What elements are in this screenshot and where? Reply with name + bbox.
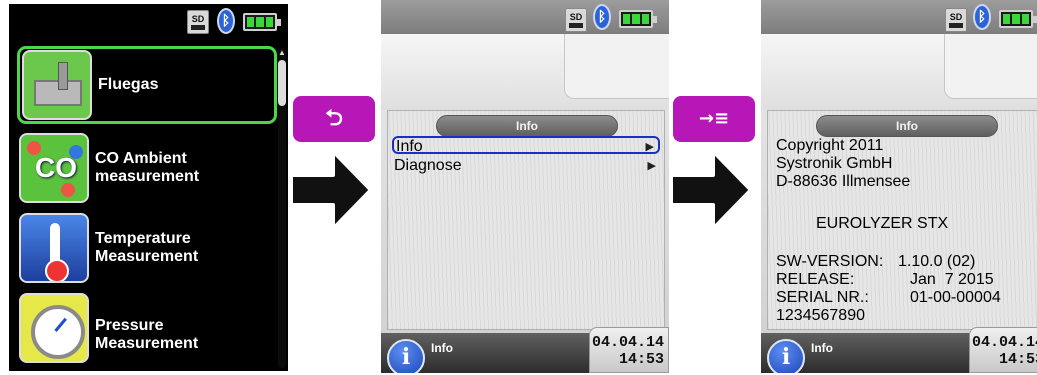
time-text: 14:53 (998, 351, 1037, 368)
menu-item-label: CO Ambient measurement (95, 150, 200, 185)
co-icon-text: CO (35, 152, 77, 183)
serial-value: 01-00-00004 (910, 289, 1001, 306)
bottom-bar: i Info 04.04.14 14:53 (761, 327, 1037, 373)
scroll-up-icon: ▲ (278, 48, 286, 57)
date-time-display: 04.04.14 14:53 (589, 327, 669, 373)
date-text: 04.04.14 (971, 334, 1037, 351)
company-text: Systronik GmbH (776, 155, 893, 172)
info-icon[interactable]: i (387, 339, 425, 373)
factory-chimney-icon (22, 50, 92, 120)
sd-card-icon: SD (187, 10, 209, 34)
scroll-thumb[interactable] (278, 60, 286, 106)
menu-item-label: Pressure Measurement (95, 317, 199, 352)
top-panel (381, 34, 669, 110)
date-time-display: 04.04.14 14:53 (969, 327, 1037, 373)
battery-icon (999, 10, 1037, 28)
right-arrow-icon (669, 149, 753, 231)
sw-version-value: 1.10.0 (02) (898, 253, 976, 270)
battery-icon (243, 13, 281, 31)
copyright-text: Copyright 2011 (776, 137, 884, 154)
forward-softkey[interactable]: →≡ (673, 96, 755, 142)
time-text: 14:53 (618, 351, 664, 368)
sd-card-icon: SD (565, 8, 587, 32)
pressure-gauge-icon (19, 293, 89, 363)
address-text: D-88636 Illmensee (776, 173, 911, 190)
info-menu-screen: SD ᛒ Info Info ▶ Diagnose ▶ i Info 04.04… (381, 0, 669, 373)
menu-item-temperature[interactable]: Temperature Measurement (17, 209, 277, 287)
panel-title: Info (816, 115, 998, 137)
menu-item-label: Temperature Measurement (95, 230, 199, 265)
status-bar: SD ᛒ (381, 0, 669, 34)
info-detail-screen: SD ᛒ Info Copyright 2011 Systronik GmbH … (761, 0, 1037, 373)
info-menu-panel: Info Info ▶ Diagnose ▶ (387, 110, 665, 330)
bottom-bar: i Info 04.04.14 14:53 (381, 327, 669, 373)
thermometer-icon (19, 213, 89, 283)
list-item-label: Diagnose (394, 157, 462, 174)
chevron-right-icon: ▶ (645, 141, 654, 153)
battery-icon (619, 10, 657, 28)
list-item-diagnose[interactable]: Diagnose ▶ (392, 157, 660, 175)
bluetooth-icon: ᛒ (593, 4, 611, 30)
info-detail-panel: Info Copyright 2011 Systronik GmbH D-886… (767, 110, 1037, 330)
chevron-right-icon: ▶ (647, 160, 656, 172)
main-menu-screen: SD ᛒ Fluegas CO CO Ambient measurement T… (9, 4, 288, 371)
serial-extra: 1234567890 (776, 307, 865, 324)
bottom-label: Info (811, 341, 833, 355)
bluetooth-icon: ᛒ (973, 4, 991, 30)
menu-item-fluegas[interactable]: Fluegas (17, 46, 277, 124)
top-panel (761, 34, 1037, 110)
list-item-label: Info (396, 138, 423, 155)
sd-card-icon: SD (945, 8, 967, 32)
bluetooth-icon: ᛒ (217, 8, 235, 34)
product-name: EUROLYZER STX (816, 215, 949, 232)
serial-label: SERIAL NR.: (776, 289, 869, 306)
menu-item-label: Fluegas (98, 76, 159, 93)
sw-version-label: SW-VERSION: (776, 253, 884, 270)
menu-item-co-ambient[interactable]: CO CO Ambient measurement (17, 129, 277, 207)
back-softkey[interactable]: ⮌ (293, 96, 375, 142)
menu-item-pressure[interactable]: Pressure Measurement (17, 289, 277, 367)
release-label: RELEASE: (776, 271, 855, 288)
info-icon[interactable]: i (767, 339, 805, 373)
release-value: Jan 7 2015 (910, 271, 994, 288)
right-arrow-icon (289, 149, 373, 231)
bottom-label: Info (431, 341, 453, 355)
list-item-info[interactable]: Info ▶ (392, 136, 660, 155)
panel-title: Info (436, 115, 618, 137)
co-molecule-icon: CO (19, 133, 89, 203)
status-bar: SD ᛒ (761, 0, 1037, 34)
date-text: 04.04.14 (591, 334, 664, 351)
